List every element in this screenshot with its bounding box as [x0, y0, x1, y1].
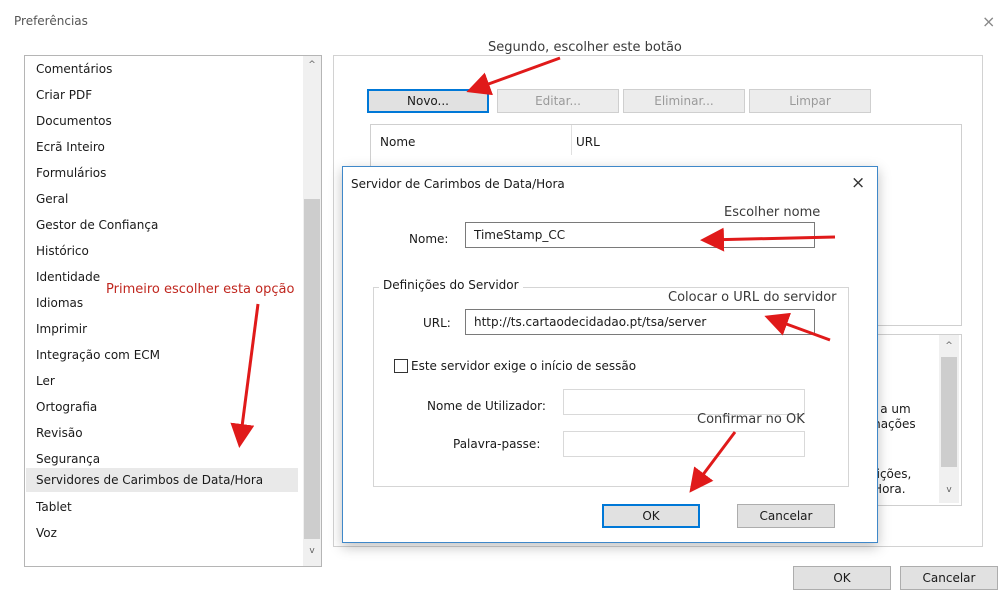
arrow-to-timestamp-item [230, 303, 260, 448]
arrow-to-new-button [466, 56, 561, 96]
arrow-to-name-input [700, 227, 836, 252]
arrow-to-url-input [764, 312, 831, 342]
arrow-to-ok-button [689, 431, 737, 493]
annotation-arrows [230, 56, 836, 493]
